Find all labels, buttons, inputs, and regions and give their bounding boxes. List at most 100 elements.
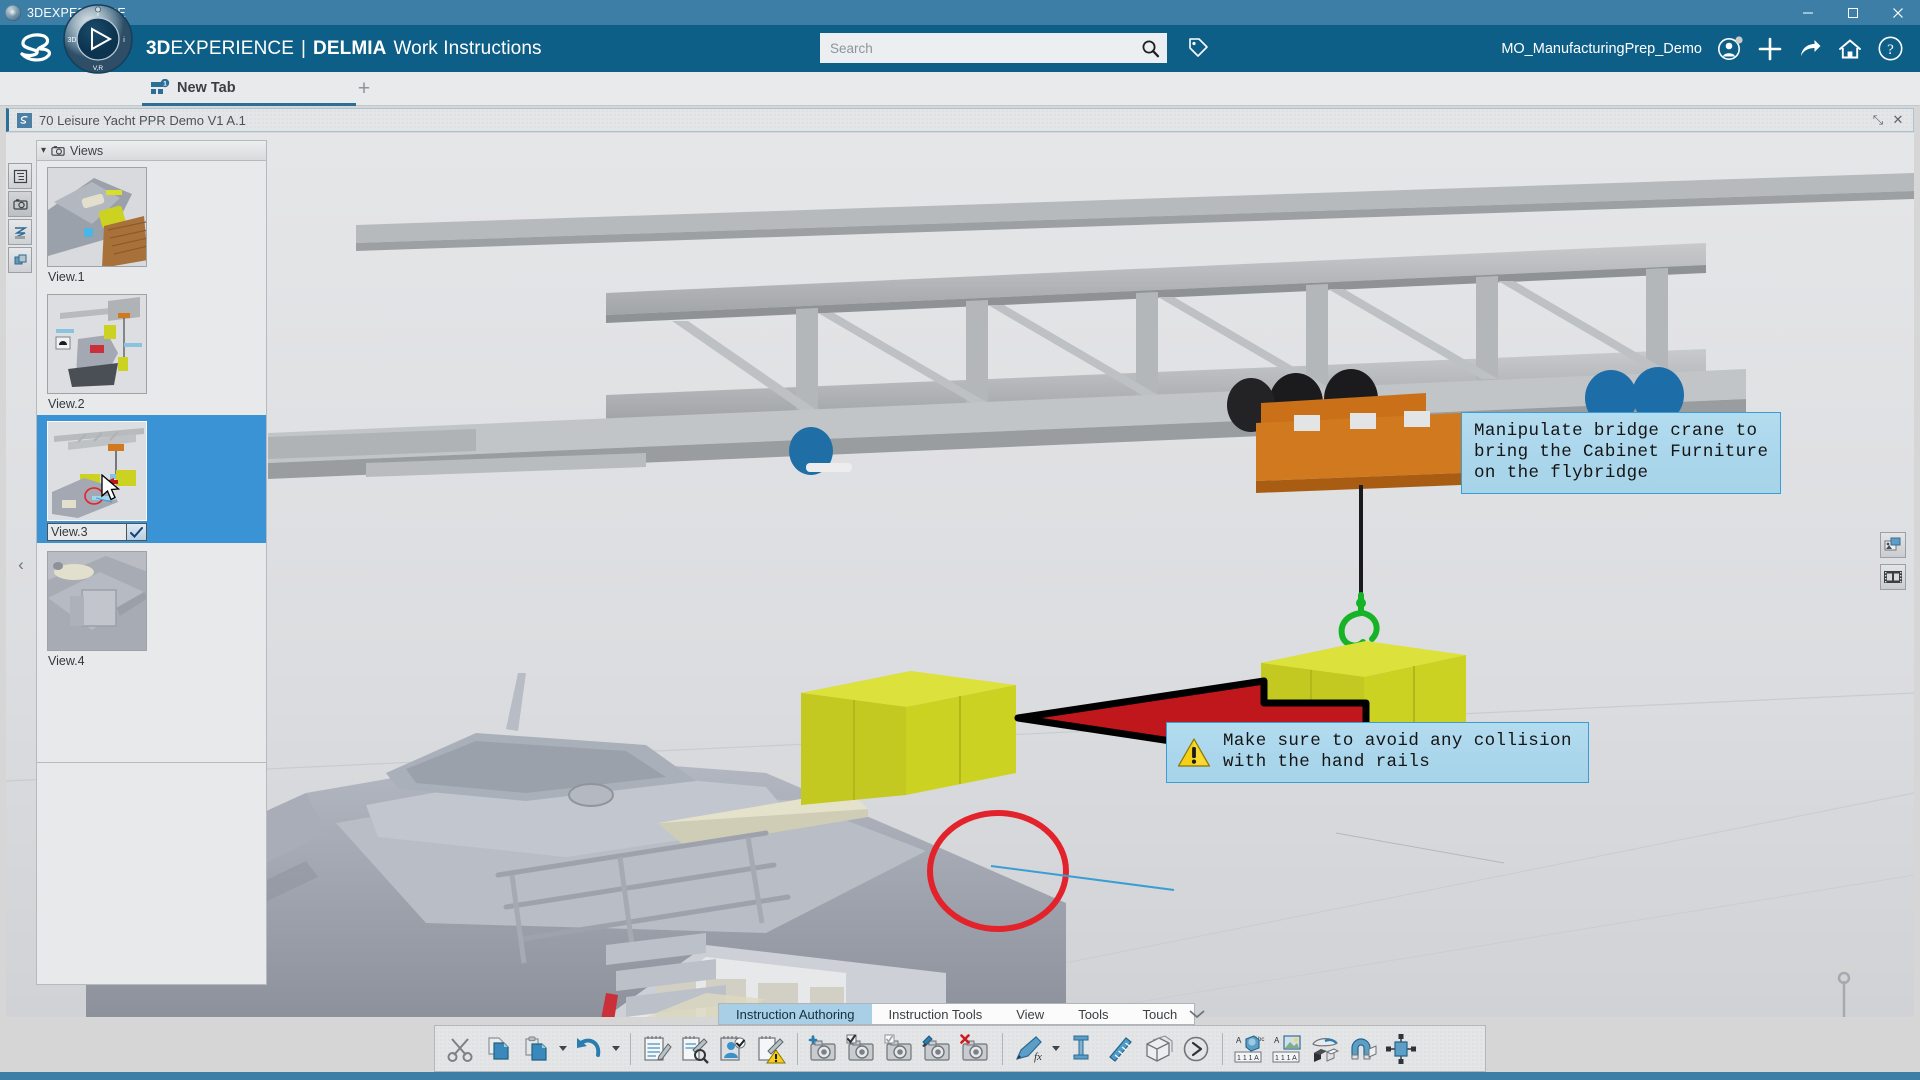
view-confirm-button[interactable] <box>127 523 147 541</box>
annotation-warning-text: Make sure to avoid any collision with th… <box>1223 731 1572 773</box>
minimize-button[interactable] <box>1785 0 1830 25</box>
brand-separator: | <box>301 38 306 60</box>
annotation-callout-instruction[interactable]: Manipulate bridge crane to bring the Cab… <box>1461 412 1781 494</box>
views-panel: ▾ Views <box>36 140 267 985</box>
close-button[interactable] <box>1875 0 1920 25</box>
view-item-3[interactable]: View.3 <box>37 415 266 543</box>
text-3d-icon[interactable]: A Abc 1 1 1 A <box>1230 1029 1268 1069</box>
assembly-icon[interactable] <box>8 247 32 273</box>
document-bar-buttons: ⤡ ✕ <box>1869 111 1913 129</box>
tab-add-button[interactable]: + <box>352 77 376 101</box>
camera-views-icon[interactable] <box>8 191 32 217</box>
apply-capture-icon[interactable] <box>881 1029 919 1069</box>
image-capture-icon[interactable] <box>1880 532 1906 558</box>
add-capture-icon[interactable] <box>805 1029 843 1069</box>
search-input[interactable] <box>820 41 1133 56</box>
attach-icon[interactable] <box>1063 1029 1101 1069</box>
assign-instruction-icon[interactable] <box>714 1029 752 1069</box>
window-controls <box>1785 0 1920 25</box>
play-step-icon[interactable] <box>1177 1029 1215 1069</box>
views-panel-header[interactable]: ▾ Views <box>36 140 267 160</box>
svg-text:?: ? <box>1887 42 1894 58</box>
svg-text:A: A <box>1274 1036 1280 1045</box>
cut-icon[interactable] <box>441 1029 479 1069</box>
share-icon[interactable] <box>1790 29 1830 69</box>
section-tabs-expand-icon[interactable] <box>1184 1003 1210 1025</box>
svg-text:3D: 3D <box>68 37 77 44</box>
views-panel-body[interactable]: View.1 <box>36 160 267 985</box>
tab-instruction-authoring[interactable]: Instruction Authoring <box>719 1004 872 1024</box>
user-account-icon[interactable] <box>1710 29 1750 69</box>
image-3d-icon[interactable]: A 1 1 1 A <box>1268 1029 1306 1069</box>
navigation-compass[interactable]: Y 3D i V,R <box>62 3 134 75</box>
paint-capture-icon[interactable] <box>919 1029 957 1069</box>
delete-capture-icon[interactable] <box>957 1029 995 1069</box>
document-bar: 70 Leisure Yacht PPR Demo V1 A.1 ⤡ ✕ <box>6 108 1914 132</box>
bottom-action-bar: Instruction Authoring Instruction Tools … <box>0 1003 1920 1080</box>
tab-view[interactable]: View <box>999 1004 1061 1024</box>
tab-tools[interactable]: Tools <box>1061 1004 1125 1024</box>
tab-strip: 1 New Tab + <box>0 72 1920 106</box>
expand-icon[interactable]: ⤡ <box>1869 111 1887 129</box>
right-dock <box>1880 532 1906 596</box>
tree-outline-icon[interactable] <box>8 163 32 189</box>
tab-instruction-tools[interactable]: Instruction Tools <box>872 1004 1000 1024</box>
chevron-down-icon[interactable]: ▾ <box>41 145 46 156</box>
search-bar[interactable] <box>820 33 1167 63</box>
dassault-3ds-logo[interactable] <box>14 30 58 68</box>
filmstrip-icon[interactable] <box>1880 564 1906 590</box>
view-thumbnail-3[interactable] <box>47 421 147 521</box>
tab-new-tab[interactable]: 1 New Tab <box>142 72 356 106</box>
magnet-snap-icon[interactable] <box>1344 1029 1382 1069</box>
update-capture-icon[interactable] <box>843 1029 881 1069</box>
help-icon[interactable]: ? <box>1870 29 1910 69</box>
3dexperience-logo-icon <box>5 5 21 21</box>
home-icon[interactable] <box>1830 29 1870 69</box>
undo-icon[interactable] <box>570 1029 608 1069</box>
highlight-geometry-icon[interactable] <box>1306 1029 1344 1069</box>
timeline-icon[interactable] <box>8 219 32 245</box>
undo-dropdown-caret[interactable] <box>608 1029 623 1069</box>
left-tool-rail <box>8 163 32 281</box>
review-instruction-icon[interactable] <box>676 1029 714 1069</box>
paste-dropdown-caret[interactable] <box>555 1029 570 1069</box>
annotation-pen-icon[interactable]: fx <box>1010 1029 1048 1069</box>
create-instruction-icon[interactable] <box>638 1029 676 1069</box>
view-label-1: View.1 <box>47 267 266 288</box>
svg-text:A: A <box>1236 1036 1242 1045</box>
view-thumbnail-1[interactable] <box>47 167 147 267</box>
panel-collapse-handle[interactable]: ‹ <box>12 550 30 580</box>
brand-delmia: DELMIA <box>313 38 386 60</box>
window-titlebar: 3DEXPERIENCE <box>0 0 1920 25</box>
view-label-3[interactable]: View.3 <box>47 523 127 541</box>
section-tabs: Instruction Authoring Instruction Tools … <box>718 1003 1195 1025</box>
svg-text:1 1 1 A: 1 1 1 A <box>1237 1055 1259 1062</box>
user-label: MO_ManufacturingPrep_Demo <box>1501 41 1702 57</box>
paste-icon[interactable] <box>517 1029 555 1069</box>
view-item-4[interactable]: View.4 <box>37 543 266 672</box>
maximize-button[interactable] <box>1830 0 1875 25</box>
view-item-2[interactable]: View.2 <box>37 288 266 415</box>
manipulator-icon[interactable] <box>1382 1029 1420 1069</box>
instruction-warning-icon[interactable] <box>752 1029 790 1069</box>
view-item-1[interactable]: View.1 <box>37 161 266 288</box>
warning-triangle-icon <box>1177 737 1211 768</box>
shape-icon[interactable] <box>1139 1029 1177 1069</box>
view-thumbnail-2[interactable] <box>47 294 147 394</box>
add-icon[interactable] <box>1750 29 1790 69</box>
view-label-2: View.2 <box>47 394 266 415</box>
close-document-icon[interactable]: ✕ <box>1889 111 1907 129</box>
view-thumbnail-4[interactable] <box>47 551 147 651</box>
brand-experience: EXPERIENCE <box>171 38 294 60</box>
annotation-dropdown-caret[interactable] <box>1048 1029 1063 1069</box>
copy-icon[interactable] <box>479 1029 517 1069</box>
toolbar-divider <box>1222 1033 1223 1065</box>
ruler-icon[interactable] <box>1101 1029 1139 1069</box>
3d-viewport[interactable] <box>6 133 1914 1017</box>
annotation-callout-warning[interactable]: Make sure to avoid any collision with th… <box>1166 722 1589 783</box>
search-icon[interactable] <box>1133 33 1167 63</box>
toolbar-divider <box>630 1033 631 1065</box>
document-title: 70 Leisure Yacht PPR Demo V1 A.1 <box>39 113 246 128</box>
tag-icon[interactable] <box>1182 33 1214 63</box>
views-panel-transparent-area <box>37 762 266 984</box>
